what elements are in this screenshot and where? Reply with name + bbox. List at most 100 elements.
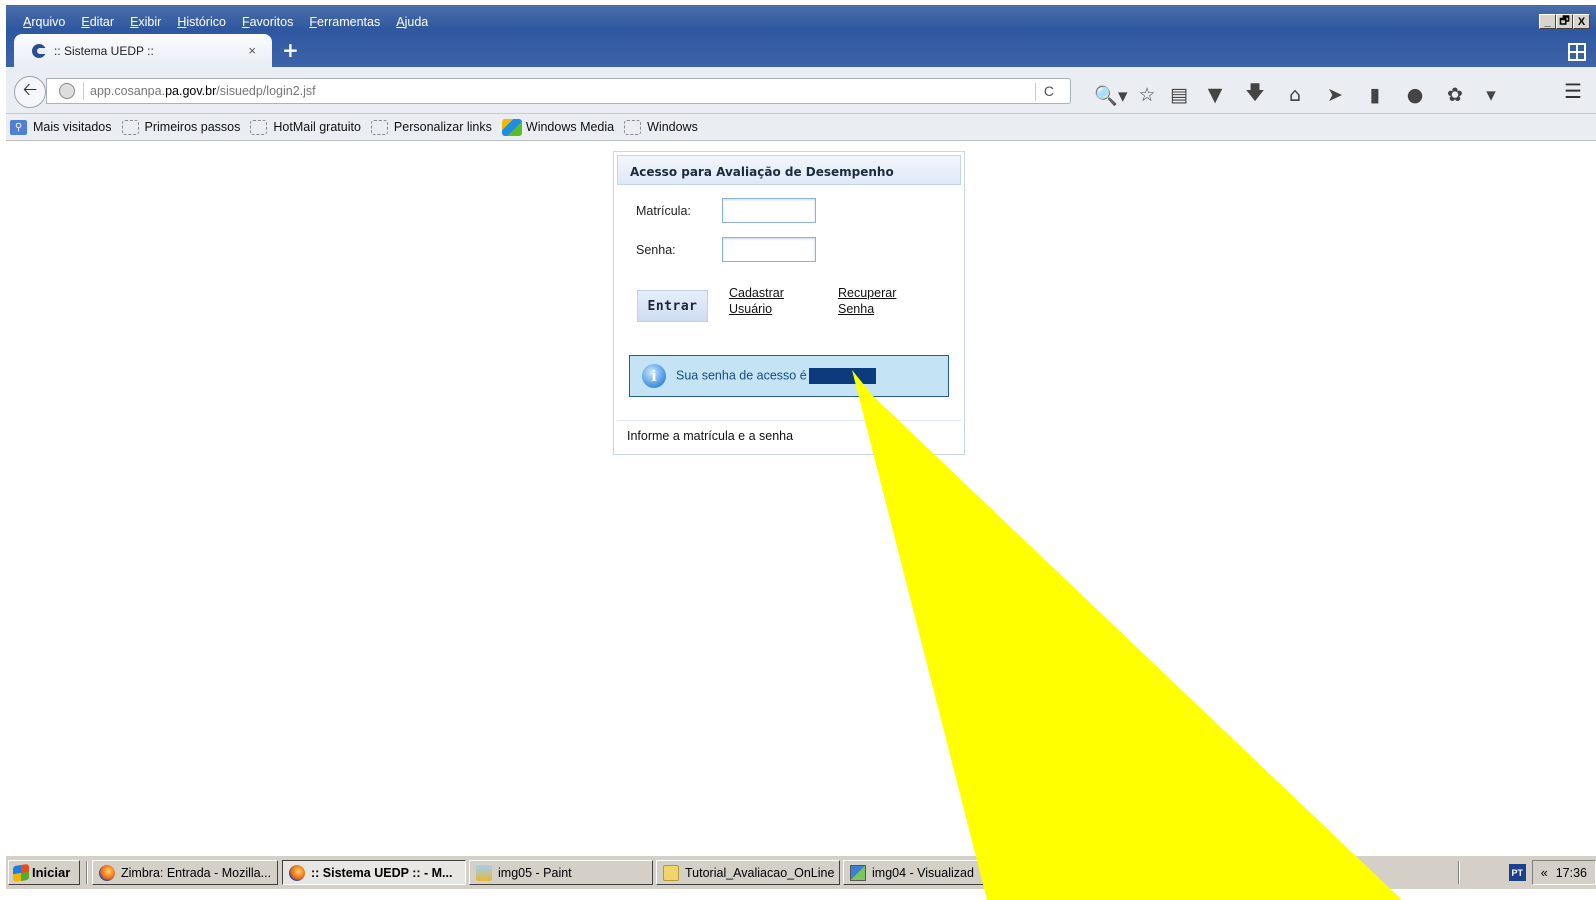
bookmarks-icon[interactable]: ▮: [1355, 84, 1395, 106]
bookmark-label: Windows: [647, 120, 698, 134]
bookmark-star-icon[interactable]: ☆: [1131, 84, 1163, 106]
info-icon: i: [642, 364, 666, 388]
panel-divider: [617, 420, 961, 421]
task-label: Zimbra: Entrada - Mozilla...: [121, 865, 272, 880]
language-indicator[interactable]: PT: [1508, 864, 1526, 881]
download-icon[interactable]: 🡇: [1235, 79, 1275, 111]
info-message-text: Sua senha de acesso é: [676, 368, 807, 383]
start-button[interactable]: Iniciar: [8, 860, 80, 885]
page-icon: [370, 119, 388, 135]
menu-ferramentas[interactable]: Ferramentas: [302, 13, 389, 31]
windows-media-icon: [501, 118, 522, 136]
clock[interactable]: 17:36: [1556, 866, 1587, 880]
window-controls: _ 🗗 X: [1539, 14, 1590, 29]
bookmark-primeiros-passos[interactable]: Primeiros passos: [121, 119, 241, 135]
send-icon[interactable]: ➤: [1315, 84, 1355, 106]
cadastrar-line2: Usuário: [729, 302, 773, 316]
url-bar[interactable]: app.cosanpa. pa.gov.br/sisuedp/login2.jsf…: [46, 78, 1071, 104]
task-label: :: Sistema UEDP :: - M...: [311, 865, 453, 880]
paint-icon: [476, 864, 492, 881]
bookmark-personalizar-links[interactable]: Personalizar links: [370, 119, 492, 135]
url-domain: pa.gov.br: [165, 84, 217, 98]
windows-taskbar: Iniciar Zimbra: Entrada - Mozilla... :: …: [6, 855, 1596, 889]
bookmark-hotmail[interactable]: HotMail gratuito: [250, 119, 361, 135]
cadastrar-line1: Cadastrar: [729, 286, 784, 300]
addon-icon[interactable]: ✿: [1435, 84, 1475, 106]
globe-icon: [59, 83, 75, 99]
url-prefix: app.cosanpa.: [90, 84, 166, 98]
most-visited-icon: ⚲: [10, 119, 27, 135]
favicon-icon: [32, 43, 46, 58]
panel-header: Acesso para Avaliação de Desempenho: [617, 155, 961, 185]
taskbar-separator: [1458, 861, 1460, 884]
taskbar-separator: [86, 861, 88, 884]
page-icon: [121, 119, 139, 135]
home-icon[interactable]: ⌂: [1275, 84, 1315, 106]
dropdown-icon[interactable]: ▾: [1475, 84, 1507, 106]
task-zimbra[interactable]: Zimbra: Entrada - Mozilla...: [92, 860, 278, 885]
new-tab-button[interactable]: +: [282, 38, 299, 62]
page-icon: [624, 119, 642, 135]
close-window-button[interactable]: X: [1573, 14, 1590, 29]
windows-logo-icon: [13, 863, 29, 882]
page-icon: [250, 119, 268, 135]
search-icon[interactable]: 🔍▾: [1091, 84, 1131, 107]
cadastrar-usuario-link[interactable]: Cadastrar Usuário: [729, 285, 784, 317]
menu-bar: Arquivo Editar Exibir Histórico Favorito…: [16, 13, 437, 31]
menu-exibir[interactable]: Exibir: [123, 13, 170, 31]
image-viewer-icon: [850, 864, 866, 881]
reading-list-icon[interactable]: ▤: [1163, 84, 1195, 106]
url-separator: [83, 82, 84, 100]
entrar-button[interactable]: Entrar: [637, 290, 708, 322]
reload-separator: [1035, 83, 1036, 101]
bookmarks-bar: ⚲ Mais visitados Primeiros passos HotMail…: [6, 114, 1596, 141]
matricula-input[interactable]: [722, 198, 816, 223]
toolbar-icons: 🔍▾ ☆ ▤ ▼ 🡇 ⌂ ➤ ▮ ● ✿ ▾: [1091, 79, 1507, 111]
folder-icon: [663, 864, 679, 881]
back-button[interactable]: 🡠: [14, 76, 46, 108]
restore-button[interactable]: 🗗: [1556, 14, 1573, 29]
recuperar-line1: Recuperar: [838, 286, 897, 300]
redacted-password-highlight: [808, 368, 876, 384]
matricula-label: Matrícula:: [636, 204, 691, 218]
bookmark-mais-visitados[interactable]: ⚲ Mais visitados: [10, 119, 112, 135]
back-arrow-icon: 🡠: [22, 79, 38, 100]
task-img05-paint[interactable]: img05 - Paint: [469, 860, 653, 885]
browser-titlebar: Arquivo Editar Exibir Histórico Favorito…: [6, 5, 1596, 67]
recuperar-line2: Senha: [838, 302, 875, 316]
bookmark-windows[interactable]: Windows: [624, 119, 698, 135]
senha-label: Senha:: [636, 243, 676, 257]
bookmark-windows-media[interactable]: Windows Media: [501, 118, 615, 136]
pocket-icon[interactable]: ▼: [1195, 84, 1235, 106]
tab-groups-icon[interactable]: [1568, 43, 1586, 61]
tab-sistema-uedp[interactable]: :: Sistema UEDP :: ×: [14, 34, 272, 67]
task-img04-viewer[interactable]: img04 - Visualizad: [843, 860, 1027, 885]
start-label: Iniciar: [32, 865, 71, 880]
notification-area: « 17:36: [1531, 860, 1596, 885]
tab-close-icon[interactable]: ×: [248, 43, 256, 58]
bookmark-label: Windows Media: [525, 120, 615, 134]
chat-icon[interactable]: ●: [1395, 84, 1435, 106]
panel-footer-text: Informe a matrícula e a senha: [627, 429, 794, 443]
reload-icon[interactable]: C: [1044, 83, 1054, 99]
hamburger-menu-icon[interactable]: ☰: [1564, 79, 1582, 103]
task-sistema-uedp[interactable]: :: Sistema UEDP :: - M...: [282, 860, 466, 885]
task-label: Tutorial_Avaliacao_OnLine: [685, 865, 835, 880]
menu-favoritos[interactable]: Favoritos: [235, 13, 302, 31]
minimize-button[interactable]: _: [1539, 14, 1556, 29]
recuperar-senha-link[interactable]: Recuperar Senha: [838, 285, 896, 317]
menu-editar[interactable]: Editar: [74, 13, 123, 31]
system-tray: PT « 17:36: [1508, 860, 1596, 885]
tab-title: :: Sistema UEDP ::: [54, 43, 154, 58]
firefox-icon: [289, 864, 305, 881]
menu-ajuda[interactable]: Ajuda: [389, 13, 437, 31]
tray-expand-icon[interactable]: «: [1541, 866, 1548, 880]
task-tutorial-folder[interactable]: Tutorial_Avaliacao_OnLine: [656, 860, 840, 885]
navigation-toolbar: 🡠 app.cosanpa. pa.gov.br/sisuedp/login2.j…: [6, 67, 1596, 114]
bookmark-label: Mais visitados: [33, 120, 112, 134]
firefox-icon: [99, 864, 115, 881]
menu-historico[interactable]: Histórico: [170, 13, 235, 31]
senha-input[interactable]: [722, 237, 816, 262]
menu-arquivo[interactable]: Arquivo: [16, 13, 74, 31]
bookmark-label: Primeiros passos: [144, 120, 241, 134]
